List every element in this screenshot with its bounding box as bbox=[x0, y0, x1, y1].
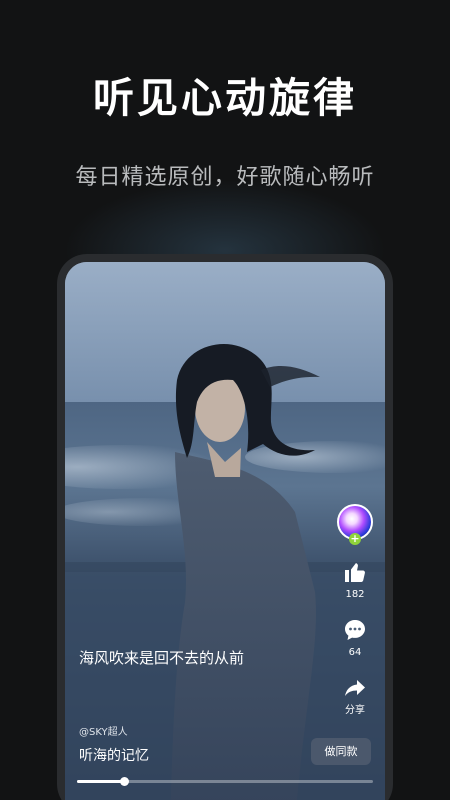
app-store-screenshot: 听见心动旋律 每日精选原创，好歌随心畅听 + 182 64 分享 海风吹来是回不… bbox=[0, 0, 450, 800]
phone-frame: + 182 64 分享 海风吹来是回不去的从前 @SKY超人 听海的记忆 做同款 bbox=[57, 254, 393, 800]
video-caption: 海风吹来是回不去的从前 bbox=[79, 649, 245, 667]
share-button[interactable]: 分享 bbox=[334, 676, 376, 718]
song-title[interactable]: 听海的记忆 bbox=[79, 746, 149, 766]
like-button[interactable]: 182 bbox=[334, 560, 376, 602]
page-subtitle: 每日精选原创，好歌随心畅听 bbox=[75, 165, 375, 190]
comment-button[interactable]: 64 bbox=[334, 618, 376, 660]
action-sidebar: + 182 64 分享 bbox=[334, 504, 376, 716]
progress-fill bbox=[77, 780, 125, 783]
author-handle[interactable]: @SKY超人 bbox=[79, 726, 128, 740]
creator-avatar[interactable]: + bbox=[337, 504, 373, 545]
thumbs-up-icon bbox=[345, 563, 365, 582]
follow-plus-icon[interactable]: + bbox=[349, 533, 361, 545]
like-count: 182 bbox=[345, 589, 365, 600]
share-label: 分享 bbox=[345, 705, 365, 716]
video-screen[interactable]: + 182 64 分享 海风吹来是回不去的从前 @SKY超人 听海的记忆 做同款 bbox=[65, 262, 385, 800]
page-title: 听见心动旋律 bbox=[93, 74, 357, 122]
progress-bar[interactable] bbox=[77, 777, 373, 786]
make-same-button[interactable]: 做同款 bbox=[311, 738, 371, 765]
comment-icon bbox=[345, 620, 365, 640]
comment-count: 64 bbox=[348, 647, 362, 658]
share-icon bbox=[345, 680, 365, 696]
